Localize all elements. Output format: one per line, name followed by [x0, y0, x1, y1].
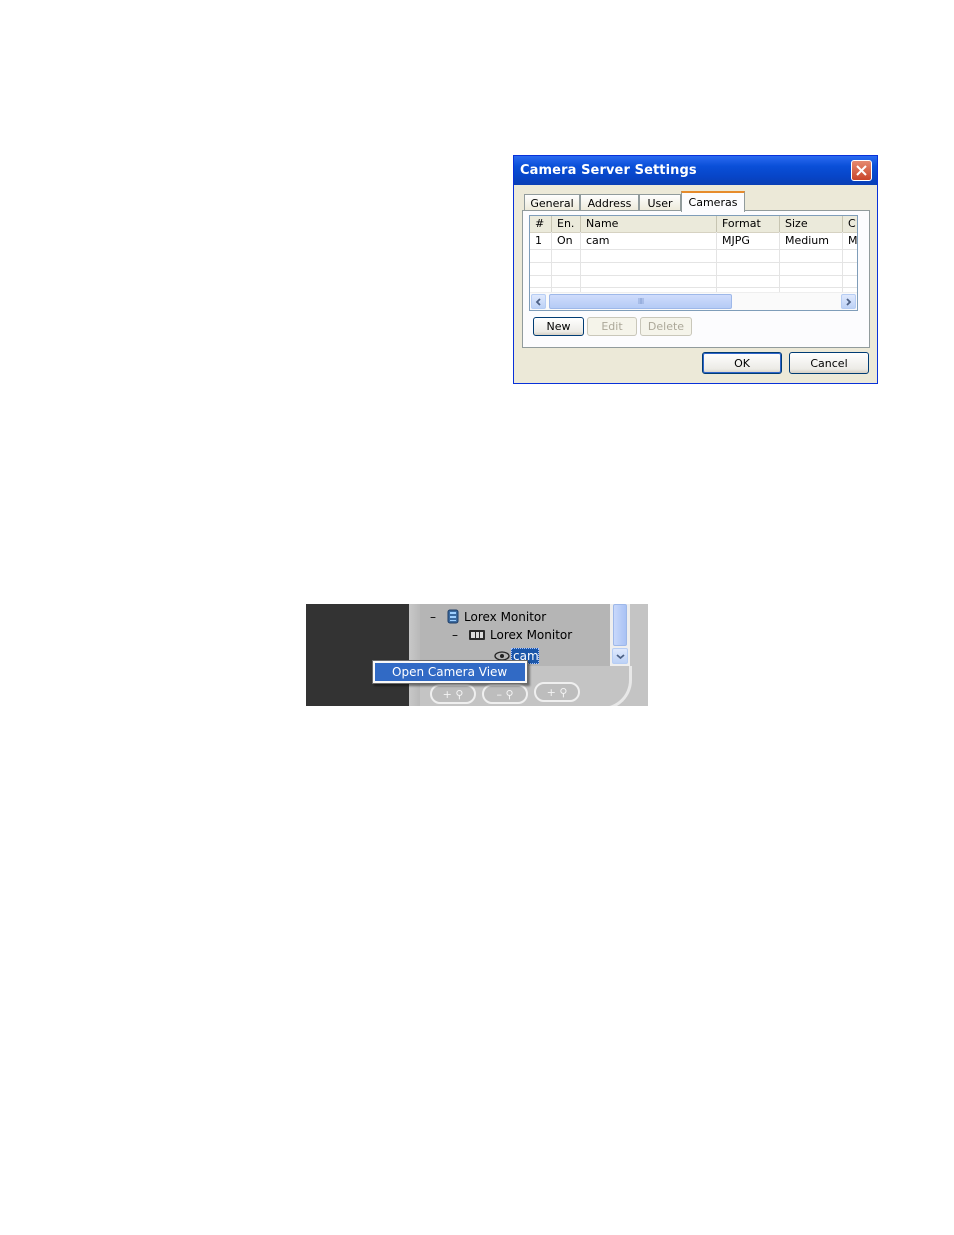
tree-item-server[interactable]: – Lorex Monitor — [430, 609, 546, 624]
zoom-out-button[interactable]: – ⚲ — [482, 684, 528, 704]
tab-cameras[interactable]: Cameras — [681, 191, 745, 212]
tab-user[interactable]: User — [639, 194, 681, 211]
grid-line — [716, 232, 717, 294]
horizontal-scrollbar[interactable]: IIII — [530, 292, 857, 310]
chevron-down-icon — [615, 653, 625, 659]
grid-line — [530, 249, 857, 250]
new-button-label: New — [546, 320, 571, 333]
tree-item-monitor-label: Lorex Monitor — [490, 628, 573, 642]
tree-item-server-label: Lorex Monitor — [464, 609, 547, 624]
chevron-right-icon — [846, 297, 852, 306]
edit-button[interactable]: Edit — [587, 317, 637, 336]
camera-list-header: # En. Name Format Size C — [530, 216, 857, 233]
server-icon — [447, 609, 459, 624]
menu-item-open-camera-view[interactable]: Open Camera View — [375, 663, 525, 681]
dialog-title: Camera Server Settings — [520, 163, 697, 178]
grid-line — [530, 262, 857, 263]
tree-vertical-scrollbar[interactable] — [610, 604, 630, 666]
scroll-left-button[interactable] — [531, 294, 546, 309]
tab-cameras-label: Cameras — [688, 196, 738, 209]
camera-list[interactable]: # En. Name Format Size C 1 On cam MJPG M… — [529, 215, 858, 311]
cancel-button-label: Cancel — [810, 356, 848, 370]
grid-line — [551, 232, 552, 294]
camera-tree-screenshot: – Lorex Monitor – Lorex Monitor cam + ⚲ … — [306, 604, 648, 706]
tab-general[interactable]: General — [524, 194, 580, 211]
chevron-left-icon — [535, 297, 541, 306]
grid-line — [530, 275, 857, 276]
grid-line — [580, 232, 581, 294]
tree-item-monitor[interactable]: – Lorex Monitor — [452, 628, 572, 642]
scroll-thumb[interactable] — [613, 604, 627, 646]
scroll-right-button[interactable] — [841, 294, 856, 309]
cameras-tab-panel: # En. Name Format Size C 1 On cam MJPG M… — [522, 210, 870, 348]
column-header-size[interactable]: Size — [780, 216, 843, 232]
cell-format: MJPG — [722, 234, 750, 247]
ok-button-label: OK — [734, 356, 750, 370]
grid-line — [779, 232, 780, 294]
tab-address-label: Address — [587, 196, 632, 210]
ok-button[interactable]: OK — [702, 352, 782, 374]
cell-size: Medium — [785, 234, 829, 247]
cell-number: 1 — [535, 234, 542, 247]
camera-server-settings-dialog: Camera Server Settings General Address U… — [513, 155, 878, 384]
collapse-toggle[interactable]: – — [452, 628, 466, 642]
collapse-toggle[interactable]: – — [430, 610, 444, 624]
panel-frame — [630, 604, 648, 706]
cancel-button[interactable]: Cancel — [789, 352, 869, 374]
column-header-number[interactable]: # — [530, 216, 552, 232]
scroll-thumb[interactable]: IIII — [549, 294, 732, 309]
delete-button[interactable]: Delete — [640, 317, 692, 336]
tab-user-label: User — [647, 196, 673, 210]
grid-line — [842, 232, 843, 294]
panel-frame — [409, 604, 420, 706]
column-header-format[interactable]: Format — [717, 216, 780, 232]
column-header-c[interactable]: C — [843, 216, 857, 232]
close-button[interactable] — [851, 160, 872, 181]
context-menu: Open Camera View — [372, 660, 528, 684]
edit-button-label: Edit — [601, 320, 623, 333]
tab-address[interactable]: Address — [580, 194, 639, 211]
camera-group-icon — [469, 630, 485, 640]
delete-button-label: Delete — [647, 320, 685, 333]
cell-c: M — [848, 234, 858, 247]
dialog-titlebar[interactable]: Camera Server Settings — [514, 156, 877, 185]
zoom-focus-label: + ⚲ — [546, 685, 568, 699]
grid-line — [530, 287, 857, 288]
close-icon — [856, 165, 867, 176]
zoom-out-label: – ⚲ — [496, 687, 514, 701]
new-button[interactable]: New — [533, 317, 584, 336]
scroll-grip: IIII — [637, 297, 645, 306]
zoom-in-button[interactable]: + ⚲ — [430, 684, 476, 704]
column-header-enabled[interactable]: En. — [552, 216, 581, 232]
cell-enabled: On — [557, 234, 573, 247]
tab-general-label: General — [530, 196, 574, 210]
cell-name: cam — [586, 234, 610, 247]
column-header-name[interactable]: Name — [581, 216, 717, 232]
scroll-down-button[interactable] — [612, 648, 628, 664]
zoom-focus-button[interactable]: + ⚲ — [534, 682, 580, 702]
video-area — [306, 604, 409, 706]
zoom-in-label: + ⚲ — [442, 687, 464, 701]
